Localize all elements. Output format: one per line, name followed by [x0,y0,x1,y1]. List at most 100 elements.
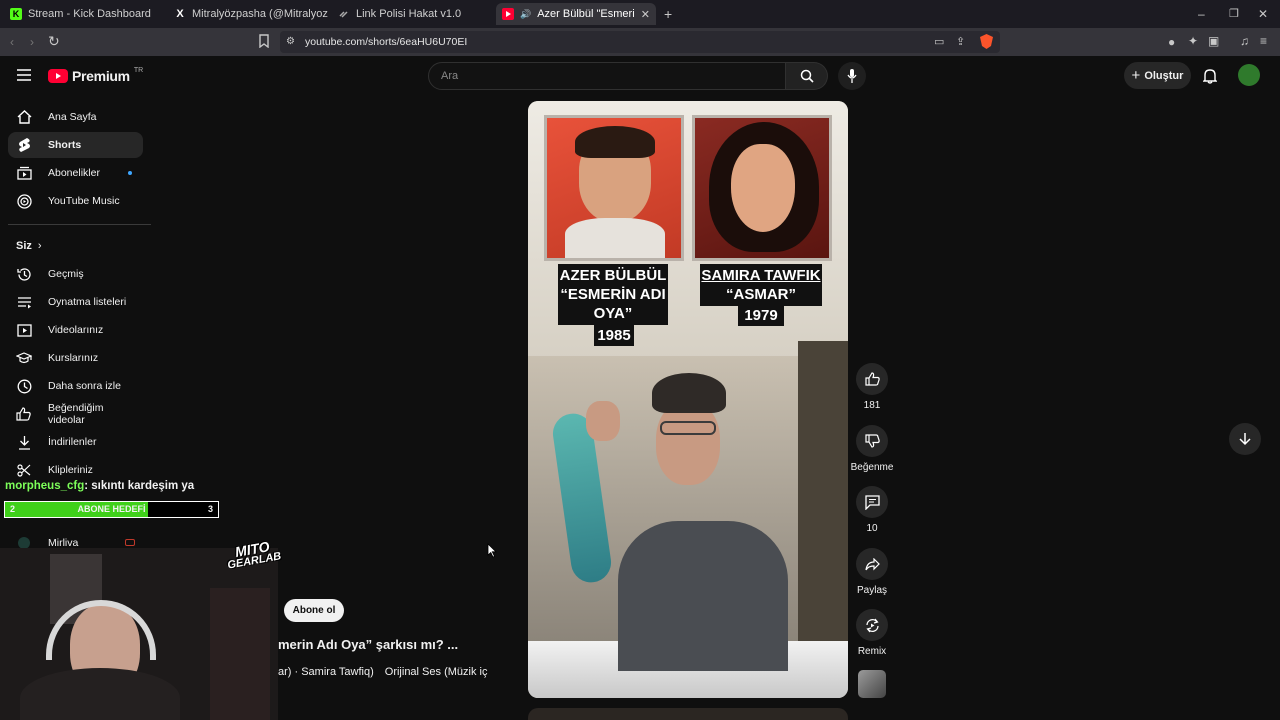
like-button[interactable] [856,363,888,395]
new-tab-icon[interactable]: + [664,7,672,21]
youtube-logo-icon [48,69,68,83]
x-icon: X [176,8,184,20]
create-button[interactable]: + Oluştur [1124,62,1191,89]
hamburger-icon[interactable] [17,69,31,81]
search-input[interactable]: Ara [428,62,786,90]
caption-line: SAMIRA TAWFIK [701,267,821,284]
face-shape [731,144,795,232]
thumbs-up-icon [864,372,880,386]
sidebar-item-history[interactable]: Geçmiş [8,261,143,287]
sidebar-item-courses[interactable]: Kurslarınız [8,345,143,371]
caption-line: AZER BÜLBÜL [559,267,667,284]
sidebar-item-youtube-music[interactable]: YouTube Music [8,188,143,214]
tab-label: Mitralyözpasha (@Mitralyozpasha) / [192,8,328,20]
goal-target: 3 [207,504,213,514]
your-videos-icon [16,322,32,338]
person-hand [586,401,620,441]
like-count: 181 [863,400,881,411]
reload-icon[interactable]: ↻ [48,34,60,48]
door-frame [798,341,848,641]
caption-line: “ESMERİN ADI [560,286,666,303]
avatar[interactable] [1238,64,1260,86]
left-caption-year: 1985 [594,325,634,346]
sidebar-item-subscriptions[interactable]: Abonelikler [8,160,143,186]
search-button[interactable] [786,62,828,90]
link-icon [338,8,350,20]
puzzle-icon[interactable]: ✦ [1188,34,1198,48]
tab-youtube-short[interactable]: 🔊 Azer Bülbül "Esmerin Adı Oya ✕ [496,3,656,25]
chat-username: morpheus_cfg [5,480,85,492]
caption-line: “ASMAR” [726,286,796,303]
minimize-icon[interactable]: – [1198,7,1205,21]
sidebar-item-your-videos[interactable]: Videolarınız [8,317,143,343]
streamer-body [20,668,180,720]
close-tab-icon[interactable]: ✕ [641,8,650,21]
sidebar-item-label: Geçmiş [48,268,84,280]
short-title[interactable]: merin Adı Oya” şarkısı mı? ... [278,637,458,652]
short-video-player[interactable]: AZER BÜLBÜL “ESMERİN ADI OYA” 1985 SAMIR… [528,101,848,698]
sidebar-item-liked-videos[interactable]: Beğendiğim videolar [8,401,143,427]
sidebar-item-downloads[interactable]: İndirilenler [8,429,143,455]
tab-kick-dashboard[interactable]: K Stream - Kick Dashboard [4,3,164,25]
sidebar-item-label: Kurslarınız [48,352,99,364]
browser-toolbar: ‹ › ↻ ⚙ youtube.com/shorts/6eaHU6U70EI ▭… [0,28,1280,56]
next-short-button[interactable] [1229,423,1261,455]
back-icon[interactable]: ‹ [10,35,14,49]
glasses-icon [660,421,716,435]
youtube-header: Premium TR Ara + Oluştur [0,56,1280,100]
person-face [656,401,720,485]
voice-search-button[interactable] [838,62,866,90]
sidebar-item-home[interactable]: Ana Sayfa [8,104,143,130]
tab-link-polisi[interactable]: Link Polisi Hakat v1.0 [332,3,492,25]
tab-twitter-profile[interactable]: X Mitralyözpasha (@Mitralyozpasha) / [168,3,328,25]
search-placeholder: Ara [441,70,459,82]
remix-button[interactable] [856,609,888,641]
comment-icon [864,494,880,510]
notifications-icon[interactable] [1203,68,1217,84]
caption-line: OYA” [593,305,633,322]
home-icon [16,109,32,125]
sidebar-item-watch-later[interactable]: Daha sonra izle [8,373,143,399]
media-icon[interactable]: ♫ [1240,34,1249,48]
menu-icon[interactable]: ≡ [1260,34,1267,48]
close-window-icon[interactable]: ✕ [1258,7,1268,21]
extension-icon[interactable]: ● [1168,35,1175,49]
brave-shield-icon[interactable] [980,34,993,49]
kick-icon: K [10,8,22,20]
subscribe-button[interactable]: Abone ol [284,599,344,622]
azer-bulbul-portrait [544,115,684,261]
hair-shape [575,126,655,158]
sidebar-item-label: Shorts [48,139,82,151]
youtube-premium-logo[interactable]: Premium TR [48,67,143,84]
next-short-preview[interactable] [528,708,848,720]
sidebar-toggle-icon[interactable]: ▣ [1208,34,1219,48]
sound-thumbnail[interactable] [858,670,886,698]
sidebar-item-shorts[interactable]: Shorts [8,132,143,158]
comments-button[interactable] [856,486,888,518]
history-icon [16,266,32,282]
sidebar-you-heading[interactable]: Siz › [16,240,42,252]
chat-message: morpheus_cfg: sıkıntı kardeşim ya [5,480,194,492]
url-text: youtube.com/shorts/6eaHU6U70EI [305,36,468,48]
share-page-icon[interactable]: ⇪ [956,35,965,49]
site-info-icon[interactable]: ⚙ [286,35,295,49]
arrow-down-icon [1239,432,1251,446]
tab-label: Stream - Kick Dashboard [28,8,151,20]
microphone-arm [210,588,270,720]
forward-icon[interactable]: › [30,35,34,49]
share-button[interactable] [856,548,888,580]
youtube-icon [502,8,514,20]
microphone-icon [847,69,857,83]
cast-icon[interactable]: ▭ [934,35,944,49]
sidebar-divider [8,224,151,225]
sidebar-item-label: Oynatma listeleri [48,296,127,308]
maximize-icon[interactable]: ❐ [1229,7,1239,21]
sidebar-item-playlists[interactable]: Oynatma listeleri [8,289,143,315]
dislike-button[interactable] [856,425,888,457]
sidebar-item-label: Klipleriniz [48,464,93,476]
bookmark-icon[interactable] [258,34,270,48]
sidebar-item-label: Beğendiğim videolar [47,402,104,426]
url-input[interactable]: ⚙ youtube.com/shorts/6eaHU6U70EI ▭ ⇪ [280,31,1000,53]
sidebar-item-label: Videolarınız [48,324,104,336]
short-audio-info[interactable]: ar) · Samira Tawfiq) Orijinal Ses (Müzik… [278,666,487,678]
